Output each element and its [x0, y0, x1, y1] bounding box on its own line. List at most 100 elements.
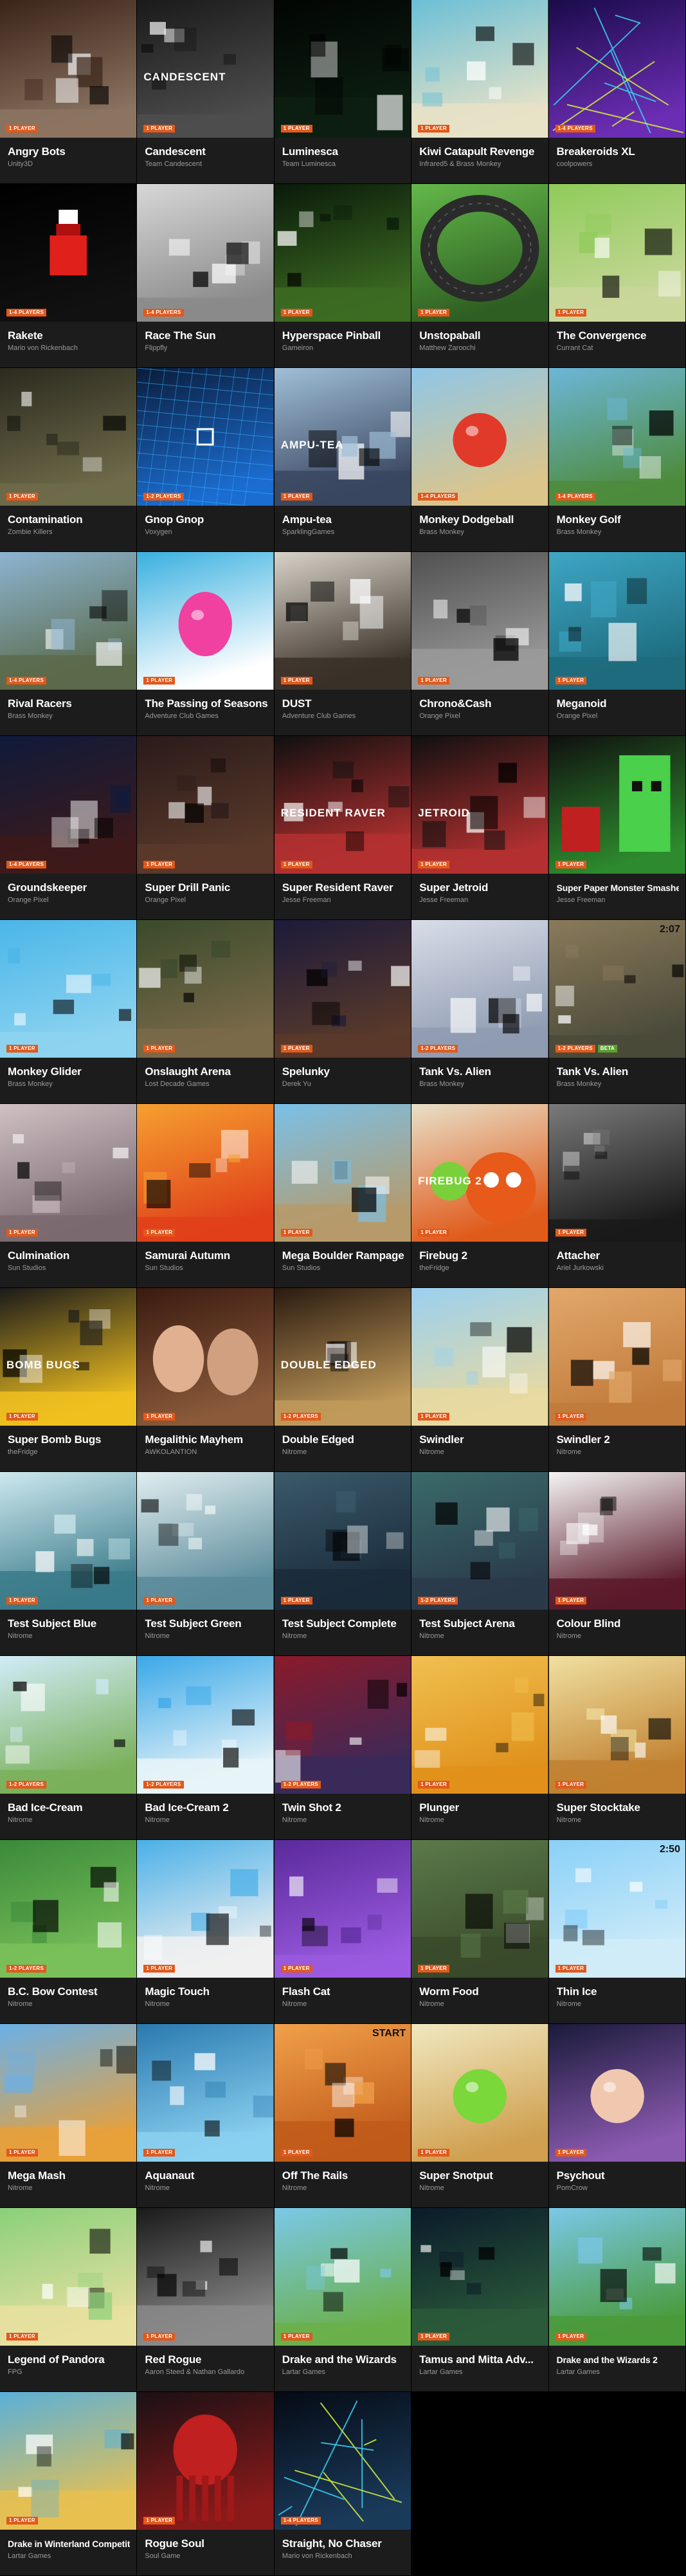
- game-title[interactable]: Attacher: [557, 1249, 679, 1262]
- game-thumbnail[interactable]: CANDESCENT 1 PLAYER: [137, 0, 274, 138]
- game-title[interactable]: Drake and the Wizards: [282, 2353, 404, 2366]
- game-thumbnail[interactable]: 2:50 1 PLAYER: [548, 1840, 685, 1978]
- game-tile[interactable]: 1 PLAYER Mega Mash Nitrome: [0, 2024, 138, 2208]
- game-title[interactable]: Psychout: [557, 2169, 679, 2182]
- game-thumbnail[interactable]: 1 PLAYER: [274, 1104, 411, 1242]
- game-thumbnail[interactable]: 1 PLAYER: [548, 1656, 685, 1794]
- game-title[interactable]: Super Resident Raver: [282, 881, 404, 894]
- game-thumbnail[interactable]: 1-2 PLAYERS: [137, 368, 274, 506]
- game-tile[interactable]: 1-4 PLAYERS Race The Sun Flippfly: [137, 184, 275, 368]
- game-title[interactable]: Swindler: [419, 1433, 541, 1446]
- game-tile[interactable]: 1-4 PLAYERS Monkey Golf Brass Monkey: [548, 368, 686, 552]
- game-thumbnail[interactable]: 1 PLAYER: [137, 2024, 274, 2162]
- game-thumbnail[interactable]: 1-4 PLAYERS: [548, 368, 685, 506]
- game-tile[interactable]: 1 PLAYER The Passing of Seasons Adventure …: [137, 552, 275, 736]
- game-title[interactable]: Megalithic Mayhem: [145, 1433, 267, 1446]
- game-thumbnail[interactable]: 1 PLAYER: [137, 2392, 274, 2530]
- game-thumbnail[interactable]: 1 PLAYER: [274, 1472, 411, 1610]
- game-title[interactable]: Super Paper Monster Smasher: [557, 881, 679, 894]
- game-thumbnail[interactable]: 1-4 PLAYERS: [411, 368, 548, 506]
- game-title[interactable]: Magic Touch: [145, 1985, 267, 1998]
- game-title[interactable]: Legend of Pandora: [8, 2353, 130, 2366]
- game-title[interactable]: Super Stocktake: [557, 1801, 679, 1814]
- game-tile[interactable]: 1 PLAYER Super Drill Panic Orange Pixel: [137, 736, 275, 920]
- game-tile[interactable]: 1-2 PLAYERS Bad Ice-Cream Nitrome: [0, 1656, 138, 1840]
- game-tile[interactable]: 1 PLAYER Mega Boulder Rampage Sun Studios: [274, 1104, 412, 1288]
- game-tile[interactable]: 1 PLAYER Legend of Pandora FPG: [0, 2208, 138, 2392]
- game-tile[interactable]: 1 PLAYER Red Rogue Aaron Steed & Nathan Ga…: [137, 2208, 275, 2392]
- game-title[interactable]: Double Edged: [282, 1433, 404, 1446]
- game-tile[interactable]: 1 PLAYER Attacher Ariel Jurkowski: [548, 1104, 686, 1288]
- game-title[interactable]: Twin Shot 2: [282, 1801, 404, 1814]
- game-thumbnail[interactable]: 1 PLAYER: [137, 2208, 274, 2346]
- game-thumbnail[interactable]: 1 PLAYER: [411, 1656, 548, 1794]
- game-tile[interactable]: 1 PLAYER Samurai Autumn Sun Studios: [137, 1104, 275, 1288]
- game-title[interactable]: Plunger: [419, 1801, 541, 1814]
- game-thumbnail[interactable]: 1 PLAYER: [137, 552, 274, 690]
- game-tile[interactable]: 1 PLAYER Test Subject Blue Nitrome: [0, 1472, 138, 1656]
- game-thumbnail[interactable]: 1 PLAYER: [0, 1104, 137, 1242]
- game-thumbnail[interactable]: 1 PLAYER: [274, 552, 411, 690]
- game-title[interactable]: Monkey Golf: [557, 513, 679, 526]
- game-thumbnail[interactable]: 1 PLAYER: [548, 2208, 685, 2346]
- game-title[interactable]: Test Subject Green: [145, 1617, 267, 1630]
- game-title[interactable]: Kiwi Catapult Revenge: [419, 145, 541, 158]
- game-thumbnail[interactable]: 1-4 PLAYERS: [137, 184, 274, 322]
- game-thumbnail[interactable]: 1-4 PLAYERS: [0, 736, 137, 874]
- game-thumbnail[interactable]: 1-4 PLAYERS: [0, 184, 137, 322]
- game-title[interactable]: Rival Racers: [8, 697, 130, 710]
- game-title[interactable]: Super Bomb Bugs: [8, 1433, 130, 1446]
- game-tile[interactable]: 1 PLAYER Super Paper Monster Smasher Jesse…: [548, 736, 686, 920]
- game-title[interactable]: Contamination: [8, 513, 130, 526]
- game-title[interactable]: Super Snotput: [419, 2169, 541, 2182]
- game-thumbnail[interactable]: 1 PLAYER: [274, 920, 411, 1058]
- game-title[interactable]: Off The Rails: [282, 2169, 404, 2182]
- game-title[interactable]: Mega Boulder Rampage: [282, 1249, 404, 1262]
- game-title[interactable]: Test Subject Complete: [282, 1617, 404, 1630]
- game-tile[interactable]: DOUBLE EDGED 1-2 PLAYERS Double Edged Nitro…: [274, 1288, 412, 1472]
- game-thumbnail[interactable]: 1 PLAYER: [274, 2208, 411, 2346]
- game-title[interactable]: Gnop Gnop: [145, 513, 267, 526]
- game-title[interactable]: Swindler 2: [557, 1433, 679, 1446]
- game-title[interactable]: Meganoid: [557, 697, 679, 710]
- game-title[interactable]: Test Subject Arena: [419, 1617, 541, 1630]
- game-thumbnail[interactable]: 1 PLAYER: [0, 2208, 137, 2346]
- game-title[interactable]: Bad Ice-Cream: [8, 1801, 130, 1814]
- game-tile[interactable]: 1 PLAYER Unstopaball Matthew Zaroochi: [411, 184, 549, 368]
- game-thumbnail[interactable]: 1-4 PLAYERS: [274, 2392, 411, 2530]
- game-title[interactable]: Ampu-tea: [282, 513, 404, 526]
- game-title[interactable]: Groundskeeper: [8, 881, 130, 894]
- game-title[interactable]: Unstopaball: [419, 329, 541, 342]
- game-thumbnail[interactable]: 1 PLAYER: [137, 1840, 274, 1978]
- game-tile[interactable]: START 1 PLAYER Off The Rails Nitrome: [274, 2024, 412, 2208]
- game-title[interactable]: Straight, No Chaser: [282, 2537, 404, 2550]
- game-tile[interactable]: 1 PLAYER Drake and the Wizards Lartar Game…: [274, 2208, 412, 2392]
- game-tile[interactable]: 2:07 1-2 PLAYERS BETA Tank Vs. Alien Brass M…: [548, 920, 686, 1104]
- game-thumbnail[interactable]: 1 PLAYER: [411, 552, 548, 690]
- game-tile[interactable]: 1 PLAYER Colour Blind Nitrome: [548, 1472, 686, 1656]
- game-thumbnail[interactable]: 1 PLAYER: [548, 1472, 685, 1610]
- game-tile[interactable]: 1 PLAYER Test Subject Complete Nitrome: [274, 1472, 412, 1656]
- game-title[interactable]: Flash Cat: [282, 1985, 404, 1998]
- game-tile[interactable]: 1 PLAYER Drake and the Wizards 2 Lartar Ga…: [548, 2208, 686, 2392]
- game-thumbnail[interactable]: 1-4 PLAYERS: [0, 552, 137, 690]
- game-thumbnail[interactable]: 1-2 PLAYERS: [411, 920, 548, 1058]
- game-tile[interactable]: 1-2 PLAYERS Bad Ice-Cream 2 Nitrome: [137, 1656, 275, 1840]
- game-thumbnail[interactable]: 1 PLAYER: [411, 1840, 548, 1978]
- game-thumbnail[interactable]: 1 PLAYER: [274, 1840, 411, 1978]
- game-thumbnail[interactable]: 1-4 PLAYERS: [548, 0, 685, 138]
- game-thumbnail[interactable]: 1 PLAYER: [274, 184, 411, 322]
- game-thumbnail[interactable]: 1 PLAYER: [411, 2208, 548, 2346]
- game-thumbnail[interactable]: 1 PLAYER: [548, 1288, 685, 1426]
- game-title[interactable]: DUST: [282, 697, 404, 710]
- game-tile[interactable]: 1-4 PLAYERS Breakeroids XL coolpowers: [548, 0, 686, 184]
- game-thumbnail[interactable]: 1-2 PLAYERS: [0, 1656, 137, 1794]
- game-thumbnail[interactable]: 2:07 1-2 PLAYERS BETA: [548, 920, 685, 1058]
- game-title[interactable]: The Passing of Seasons: [145, 697, 267, 710]
- game-tile[interactable]: FIREBUG 2 1 PLAYER Firebug 2 theFridge: [411, 1104, 549, 1288]
- game-title[interactable]: Super Drill Panic: [145, 881, 267, 894]
- game-thumbnail[interactable]: RESIDENT RAVER 1 PLAYER: [274, 736, 411, 874]
- game-tile[interactable]: 1-4 PLAYERS Rakete Mario von Rickenbach: [0, 184, 138, 368]
- game-tile[interactable]: 1 PLAYER Test Subject Green Nitrome: [137, 1472, 275, 1656]
- game-tile[interactable]: 1-2 PLAYERS Test Subject Arena Nitrome: [411, 1472, 549, 1656]
